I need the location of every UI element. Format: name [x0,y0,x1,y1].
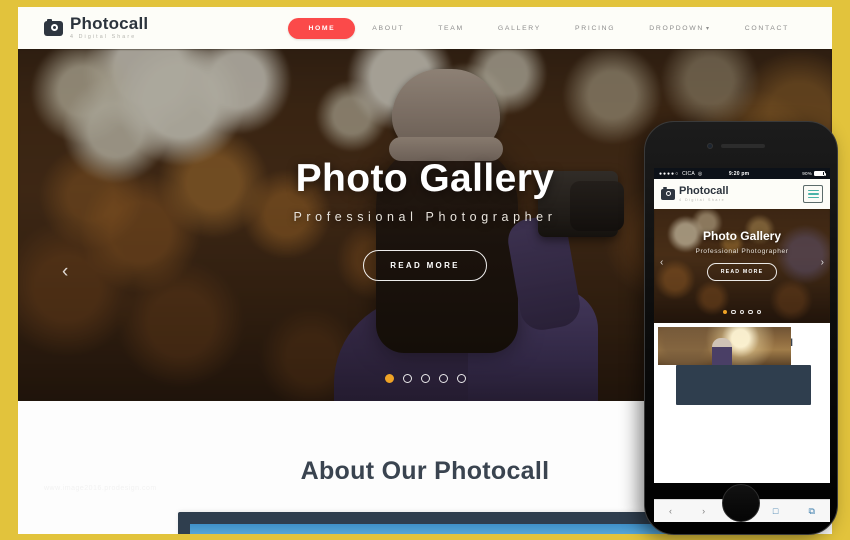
battery-icon [813,170,827,177]
mobile-about-section: About Our Photocall [654,323,830,409]
mobile-brand-text: Photocall 4 Digital Share [679,185,729,203]
mobile-carousel-dot-3[interactable] [739,309,745,314]
mobile-hero-slider: ‹ › Photo Gallery Professional Photograp… [654,209,830,323]
mobile-brand-logo[interactable]: Photocall 4 Digital Share [661,186,729,202]
mobile-brand-name: Photocall [679,185,729,197]
hero-read-more-button[interactable]: READ MORE [363,250,487,281]
mobile-site-header: Photocall 4 Digital Share [654,179,830,209]
burger-line-1 [807,189,819,192]
nav-item-about[interactable]: ABOUT [355,25,421,32]
nav-item-gallery[interactable]: GALLERY [481,25,558,32]
mobile-hero-content: Photo Gallery Professional Photographer … [654,229,830,281]
about-image-card [178,512,668,534]
camera-icon [661,187,675,200]
phone-status-bar: ●●●●○ CICA ◎ 9:20 pm 90% [654,168,830,179]
hero-prev-arrow[interactable]: ‹ [62,261,68,283]
mobile-about-photo-subject [711,337,732,365]
tabs-icon[interactable]: ⧉ [808,506,814,516]
about-photo [190,524,668,534]
bookmarks-icon[interactable]: □ [773,506,778,516]
carrier-label: CICA [682,170,695,177]
main-navigation: HOME ABOUT TEAM GALLERY PRICING DROPDOWN… [288,17,806,39]
battery-percent: 90% [802,171,812,176]
nav-item-contact[interactable]: CONTACT [728,25,806,32]
mobile-hero-subtitle: Professional Photographer [695,248,789,255]
carousel-dot-4[interactable] [438,374,448,383]
home-button[interactable] [722,484,760,522]
mobile-carousel-dot-2[interactable] [731,309,736,314]
mobile-carousel-dot-4[interactable] [748,309,753,314]
camera-icon [44,18,63,36]
nav-item-pricing[interactable]: PRICING [558,25,632,32]
brand-logo[interactable]: Photocall 4 Digital Share [44,15,148,41]
carousel-dot-1[interactable] [384,374,394,383]
phone-top-bezel [645,122,837,168]
mobile-carousel-dots [654,309,830,314]
mobile-hero-title: Photo Gallery [702,229,782,243]
status-time: 9:20 pm [728,170,750,177]
site-header: Photocall 4 Digital Share HOME ABOUT TEA… [18,7,832,49]
mobile-about-image-card [676,365,811,405]
front-camera-icon [707,143,713,149]
chevron-down-icon: ▾ [706,25,711,32]
back-icon[interactable]: ‹ [669,506,672,516]
carousel-dot-3[interactable] [420,374,430,383]
watermark-text: www.image2016.prodesign.com [44,485,157,492]
mobile-about-photo [658,327,791,365]
nav-item-dropdown[interactable]: DROPDOWN ▾ [632,25,727,32]
nav-dropdown-label: DROPDOWN [649,24,705,32]
mobile-carousel-dot-5[interactable] [756,309,761,314]
mobile-carousel-dot-1[interactable] [723,309,728,314]
hamburger-menu-icon[interactable] [803,185,823,203]
phone-mockup: ●●●●○ CICA ◎ 9:20 pm 90% Photocall 4 Dig… [644,121,838,535]
outer-frame: Photocall 4 Digital Share HOME ABOUT TEA… [0,0,850,540]
phone-screen: ●●●●○ CICA ◎ 9:20 pm 90% Photocall 4 Dig… [654,168,830,483]
burger-line-2 [807,193,819,195]
signal-strength-icon: ●●●●○ [659,170,680,177]
nav-item-team[interactable]: TEAM [421,25,481,32]
carousel-dot-2[interactable] [402,374,412,383]
brand-tagline: 4 Digital Share [70,34,137,40]
brand-name: Photocall [70,14,149,33]
forward-icon[interactable]: › [702,506,705,516]
nav-item-home[interactable]: HOME [288,17,356,39]
brand-text: Photocall 4 Digital Share [70,15,148,41]
mobile-brand-tagline: 4 Digital Share [679,198,726,202]
burger-line-3 [807,196,819,199]
mobile-hero-read-more-button[interactable]: READ MORE [706,263,778,281]
phone-speaker [721,144,765,148]
carousel-dot-5[interactable] [456,374,466,383]
wifi-icon: ◎ [697,170,703,177]
